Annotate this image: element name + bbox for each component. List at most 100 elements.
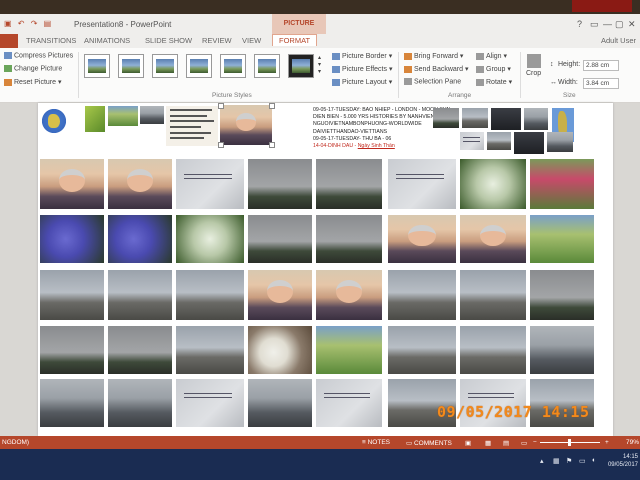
- help-button[interactable]: ?: [577, 19, 582, 29]
- photo-thumbnail[interactable]: [176, 270, 244, 320]
- photo-thumbnail[interactable]: [524, 108, 548, 130]
- photo-thumbnail[interactable]: [248, 215, 312, 263]
- tray-network-icon[interactable]: ▦: [553, 457, 560, 465]
- photo-thumbnail[interactable]: [316, 270, 382, 320]
- photo-thumbnail[interactable]: [248, 159, 312, 209]
- picture-layout-button[interactable]: Picture Layout ▾: [332, 78, 392, 86]
- tab-review[interactable]: REVIEW: [202, 36, 232, 45]
- selection-handle[interactable]: [218, 103, 224, 109]
- styles-gallery-scroll[interactable]: ▴ ▾ ▾: [318, 54, 321, 75]
- photo-thumbnail[interactable]: [85, 106, 105, 132]
- photo-thumbnail[interactable]: [108, 326, 172, 374]
- tab-slide-show[interactable]: SLIDE SHOW: [145, 36, 192, 45]
- slide-sorter-icon[interactable]: ▦: [485, 439, 491, 447]
- tray-up-arrow-icon[interactable]: ▴: [540, 457, 544, 465]
- photo-thumbnail[interactable]: [487, 132, 511, 150]
- photo-thumbnail[interactable]: [316, 159, 382, 209]
- photo-thumbnail[interactable]: [530, 326, 594, 374]
- photo-thumbnail[interactable]: [248, 270, 312, 320]
- photo-thumbnail[interactable]: [40, 159, 104, 209]
- zoom-slider-knob[interactable]: [568, 439, 571, 446]
- crop-button[interactable]: Crop: [526, 54, 541, 77]
- photo-thumbnail[interactable]: [460, 215, 526, 263]
- photo-thumbnail[interactable]: [433, 108, 459, 128]
- taskbar-clock[interactable]: 14:15 09/05/2017: [608, 453, 638, 469]
- photo-thumbnail[interactable]: [108, 379, 172, 427]
- tab-format[interactable]: FORMAT: [272, 34, 318, 46]
- photo-thumbnail[interactable]: [462, 108, 488, 128]
- world-globe-image[interactable]: [40, 107, 68, 135]
- tab-view[interactable]: VIEW: [242, 36, 261, 45]
- reading-view-icon[interactable]: ▤: [503, 439, 509, 447]
- photo-thumbnail[interactable]: [108, 270, 172, 320]
- slide-canvas[interactable]: 09-05-17-TUESDAY: BAO NHIEP - LONDON - M…: [38, 103, 613, 436]
- clock-photo[interactable]: [248, 326, 312, 374]
- photo-thumbnail[interactable]: [460, 326, 526, 374]
- tab-animations[interactable]: ANIMATIONS: [84, 36, 130, 45]
- selected-photo[interactable]: [220, 105, 272, 145]
- group-button[interactable]: Group ▾: [476, 65, 511, 73]
- picture-style-option[interactable]: [186, 54, 212, 78]
- notes-button[interactable]: ≡ NOTES: [362, 439, 390, 446]
- photo-thumbnail[interactable]: [176, 159, 244, 209]
- picture-style-option[interactable]: [152, 54, 178, 78]
- photo-thumbnail[interactable]: [40, 326, 104, 374]
- photo-thumbnail[interactable]: [388, 270, 456, 320]
- photo-thumbnail[interactable]: [40, 379, 104, 427]
- photo-thumbnail[interactable]: [108, 215, 172, 263]
- photo-thumbnail[interactable]: [460, 159, 526, 209]
- minimize-button[interactable]: —: [603, 19, 612, 29]
- bring-forward-button[interactable]: Bring Forward ▾: [404, 52, 463, 60]
- zoom-slider[interactable]: [540, 439, 600, 446]
- selection-handle[interactable]: [218, 142, 224, 148]
- photo-thumbnail[interactable]: [530, 215, 594, 263]
- photo-thumbnail[interactable]: [460, 270, 526, 320]
- caption-birthday-link[interactable]: Ngày Sinh Thần: [358, 143, 395, 149]
- photo-thumbnail[interactable]: [316, 379, 382, 427]
- selection-handle[interactable]: [269, 103, 275, 109]
- photo-thumbnail[interactable]: [460, 132, 484, 150]
- ribbon-display-options-button[interactable]: ▭: [590, 19, 599, 30]
- zoom-in-icon[interactable]: +: [605, 439, 609, 446]
- photo-thumbnail[interactable]: [176, 326, 244, 374]
- photo-thumbnail[interactable]: [176, 215, 244, 263]
- photo-thumbnail[interactable]: [530, 270, 594, 320]
- compress-pictures-button[interactable]: Compress Pictures: [4, 52, 73, 59]
- document-image[interactable]: [166, 106, 218, 146]
- photo-thumbnail[interactable]: [108, 106, 138, 126]
- tray-volume-icon[interactable]: ◐: [592, 457, 596, 464]
- height-input[interactable]: 2.88 cm: [583, 60, 619, 71]
- selection-handle[interactable]: [269, 142, 275, 148]
- photo-thumbnail[interactable]: [140, 106, 164, 124]
- photo-thumbnail[interactable]: [40, 215, 104, 263]
- send-backward-button[interactable]: Send Backward ▾: [404, 65, 469, 73]
- zoom-level[interactable]: 79%: [626, 439, 639, 446]
- comments-button[interactable]: ▭ COMMENTS: [406, 439, 452, 447]
- tray-battery-icon[interactable]: ▭: [579, 457, 586, 465]
- photo-thumbnail[interactable]: [40, 270, 104, 320]
- user-account-name[interactable]: Adult User: [601, 36, 636, 45]
- photo-thumbnail[interactable]: [530, 159, 594, 209]
- picture-style-option[interactable]: [84, 54, 110, 78]
- picture-effects-button[interactable]: Picture Effects ▾: [332, 65, 392, 73]
- selection-pane-button[interactable]: Selection Pane: [404, 78, 461, 85]
- normal-view-icon[interactable]: ▣: [465, 439, 471, 447]
- restore-button[interactable]: ▢: [615, 19, 624, 30]
- picture-style-option[interactable]: [220, 54, 246, 78]
- width-input[interactable]: 3.84 cm: [583, 78, 619, 89]
- photo-thumbnail[interactable]: [514, 132, 544, 154]
- align-button[interactable]: Align ▾: [476, 52, 507, 60]
- tray-flag-icon[interactable]: ⚑: [566, 457, 572, 465]
- picture-style-option[interactable]: [254, 54, 280, 78]
- slideshow-view-icon[interactable]: ▭: [521, 439, 527, 447]
- tab-file[interactable]: [0, 34, 18, 48]
- close-button[interactable]: ✕: [628, 19, 636, 30]
- rotate-button[interactable]: Rotate ▾: [476, 78, 512, 86]
- photo-thumbnail[interactable]: [491, 108, 521, 130]
- photo-thumbnail[interactable]: [316, 326, 382, 374]
- change-picture-button[interactable]: Change Picture: [4, 65, 62, 72]
- photo-thumbnail[interactable]: [388, 159, 456, 209]
- reset-picture-button[interactable]: Reset Picture ▾: [4, 78, 62, 86]
- photo-thumbnail[interactable]: [316, 215, 382, 263]
- photo-thumbnail[interactable]: [108, 159, 172, 209]
